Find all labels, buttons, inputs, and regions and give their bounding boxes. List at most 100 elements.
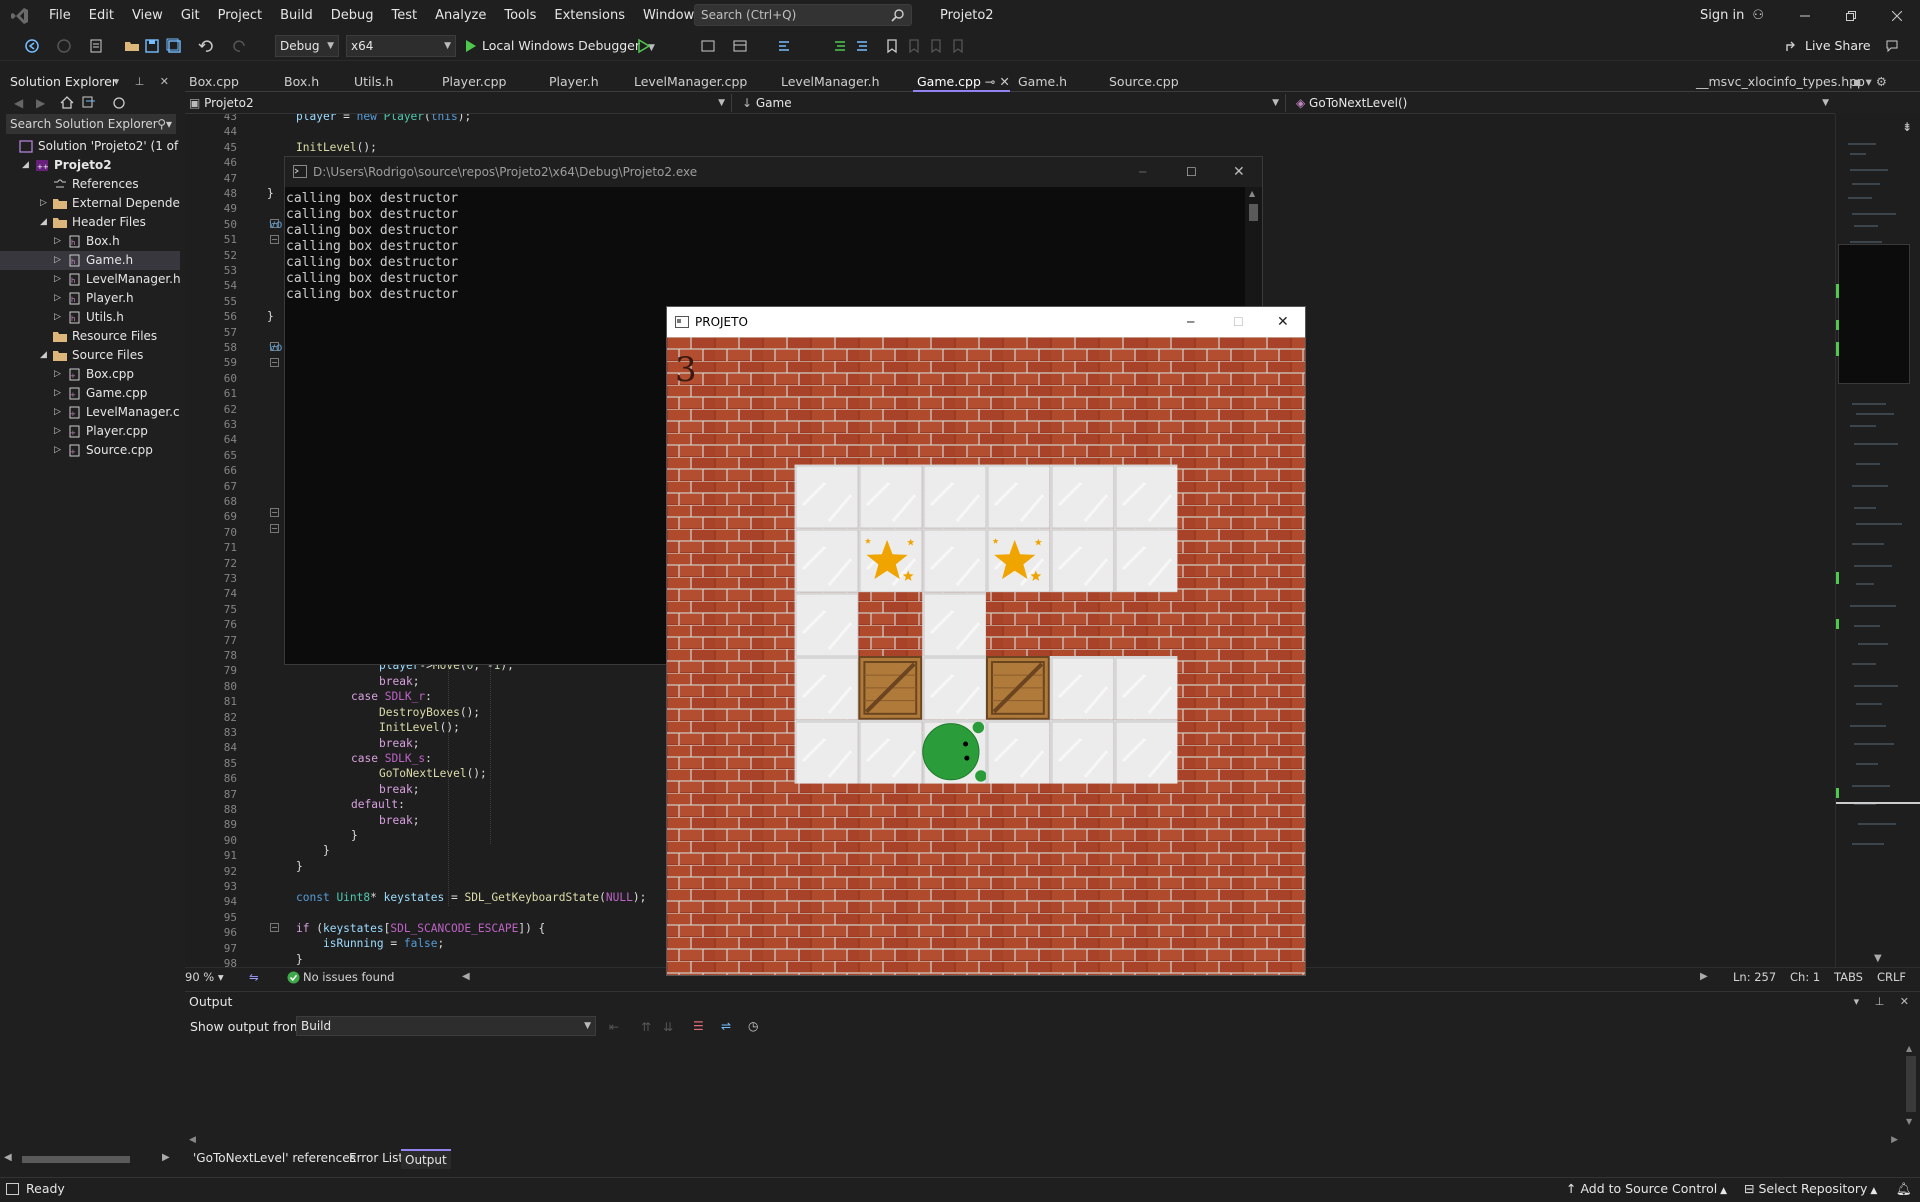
member-dropdown[interactable]: ◈ GoToNextLevel() ▼ (1292, 94, 1835, 112)
prev-bookmark-icon[interactable] (906, 38, 922, 54)
output-scrollbar[interactable]: ▲ ▼ (1904, 1044, 1918, 1126)
menu-item-git[interactable]: Git (172, 0, 209, 31)
maximize-button[interactable]: ☐ (1233, 307, 1244, 337)
menu-item-view[interactable]: View (123, 0, 172, 31)
tree-item[interactable]: ▷ + Player.cpp (0, 422, 180, 441)
visual-studio-logo-icon[interactable] (0, 0, 40, 31)
expand-icon[interactable]: ▷ (54, 422, 61, 441)
scrollbar-thumb[interactable] (1249, 204, 1258, 221)
add-to-source-control-button[interactable]: ↑ Add to Source Control ▲ (1566, 1178, 1727, 1202)
indent-mode[interactable]: TABS (1834, 968, 1863, 986)
undo-icon[interactable] (198, 38, 214, 54)
start-without-debugging-icon[interactable] (636, 38, 652, 54)
tree-item[interactable]: ▷ h Game.h (0, 251, 180, 270)
restore-button[interactable] (1828, 0, 1874, 31)
redo-icon[interactable] (232, 38, 248, 54)
tree-item[interactable]: ▷ h Player.h (0, 289, 180, 308)
expand-icon[interactable]: ▷ (54, 251, 61, 270)
expand-icon[interactable]: ▷ (54, 289, 61, 308)
word-wrap-icon[interactable]: ⇌ (721, 1019, 731, 1033)
clear-all-icon[interactable]: ☰ (693, 1019, 704, 1033)
next-message-icon[interactable]: ⇊ (663, 1020, 673, 1034)
code-minimap[interactable]: ⇟ ▼ (1835, 114, 1920, 967)
tree-item[interactable]: Solution 'Projeto2' (1 of 1 (0, 137, 180, 156)
clear-bookmarks-icon[interactable] (950, 38, 966, 54)
tree-item[interactable]: References (0, 175, 180, 194)
game-window[interactable]: PROJETO ─ ☐ ✕ 3 (666, 306, 1306, 976)
tab-msvc-xlocinfo-types[interactable]: __msvc_xlocinfo_types.hpp (1692, 72, 1865, 92)
switch-views-icon[interactable] (82, 96, 96, 109)
console-title-bar[interactable]: D:\Users\Rodrigo\source\repos\Projeto2\x… (285, 157, 1262, 187)
tab-player-h[interactable]: Player.h (545, 72, 599, 92)
scroll-left-icon[interactable]: ◀ (4, 1152, 12, 1163)
tab-box-h[interactable]: Box.h (280, 72, 319, 92)
tree-item[interactable]: ◢ Header Files (0, 213, 180, 232)
zoom-level[interactable]: 90 % ▾ (185, 968, 224, 986)
menu-item-window[interactable]: Window (634, 0, 703, 31)
collapse-icon[interactable]: ◢ (40, 346, 47, 365)
menu-item-debug[interactable]: Debug (322, 0, 383, 31)
scroll-right-icon[interactable]: ▶ (162, 1152, 170, 1163)
tab-overflow-controls[interactable]: ▪ ▾ ⚙ (1849, 72, 1887, 92)
close-button[interactable]: ✕ (1233, 157, 1245, 187)
menu-item-tools[interactable]: Tools (495, 0, 545, 31)
scroll-right-icon[interactable]: ▶ (1891, 1135, 1898, 1145)
tree-item[interactable]: ▷ + Game.cpp (0, 384, 180, 403)
tab-source-cpp[interactable]: Source.cpp (1105, 72, 1179, 92)
horizontal-scrollbar[interactable]: ◀ ▶ (0, 1151, 176, 1167)
previous-message-icon[interactable]: ⇈ (641, 1020, 651, 1034)
save-all-icon[interactable] (166, 38, 182, 54)
tree-item[interactable]: ▷ External Dependen (0, 194, 180, 213)
intellicode-icon[interactable]: ⇋ (249, 968, 259, 986)
issues-status[interactable]: No issues found (303, 968, 394, 986)
collapse-region-icon[interactable]: − (270, 508, 279, 517)
menu-item-analyze[interactable]: Analyze (426, 0, 495, 31)
back-icon[interactable]: ◀ (14, 96, 23, 110)
forward-icon[interactable]: ▶ (36, 96, 45, 110)
feedback-icon[interactable] (1884, 38, 1900, 54)
comment-icon[interactable] (832, 38, 848, 54)
sign-in-button[interactable]: Sign in ⚇ (1700, 0, 1764, 31)
configuration-select[interactable]: Debug ▼ (275, 35, 339, 57)
tab-player-cpp[interactable]: Player.cpp (438, 72, 506, 92)
tab-utils-h[interactable]: Utils.h (350, 72, 393, 92)
back-icon[interactable] (24, 38, 40, 54)
tab-pin-close-icon[interactable]: ⊸ ✕ (981, 74, 1010, 89)
platform-select[interactable]: x64 ▼ (346, 35, 456, 57)
line-indicator[interactable]: Ln: 257 (1733, 968, 1776, 986)
bottom-tab[interactable]: Error List (345, 1149, 407, 1167)
scrollbar-thumb[interactable] (1906, 1056, 1916, 1112)
home-icon[interactable] (60, 96, 74, 109)
minimize-button[interactable] (1782, 0, 1828, 31)
tree-item[interactable]: Resource Files (0, 327, 180, 346)
collapse-icon[interactable]: ◢ (22, 156, 29, 175)
new-project-icon[interactable] (88, 38, 104, 54)
scroll-up-icon[interactable]: ▲ (1906, 1044, 1912, 1053)
bottom-tab[interactable]: 'GoToNextLevel' references (189, 1149, 360, 1167)
expand-icon[interactable]: ▷ (40, 194, 47, 213)
scroll-down-icon[interactable]: ▼ (1906, 1117, 1912, 1126)
collapse-region-icon[interactable]: − (270, 358, 279, 367)
expand-icon[interactable]: ▷ (54, 441, 61, 460)
step-icon[interactable] (776, 38, 792, 54)
notifications-icon[interactable]: 🔔︎ (1896, 1178, 1912, 1200)
tree-item[interactable]: ◢ Source Files (0, 346, 180, 365)
output-source-select[interactable]: Build ▼ (296, 1016, 596, 1036)
menu-item-file[interactable]: File (40, 0, 80, 31)
tree-item[interactable]: ◢ ++ Projeto2 (0, 156, 180, 175)
tree-item[interactable]: ▷ + LevelManager.c (0, 403, 180, 422)
tab-levelmanager-h[interactable]: LevelManager.h (777, 72, 880, 92)
project-dropdown[interactable]: ▣ Projeto2 ▼ (185, 94, 732, 112)
minimize-button[interactable]: ─ (1187, 307, 1194, 337)
clock-icon[interactable]: ◷ (748, 1019, 758, 1033)
scroll-up-icon[interactable]: ▲ (1249, 189, 1255, 198)
panel-controls[interactable]: ▾ ⊥ ✕ (114, 72, 175, 92)
layout-icon[interactable] (732, 38, 748, 54)
expand-icon[interactable]: ▷ (54, 384, 61, 403)
search-input[interactable]: Search (Ctrl+Q) (694, 4, 912, 26)
collapse-region-icon[interactable]: − (270, 923, 279, 932)
select-repository-button[interactable]: ⊟ Select Repository ▲ (1744, 1178, 1877, 1202)
panel-controls[interactable]: ▾ ⊥ ✕ (1854, 992, 1915, 1012)
scroll-left-icon[interactable]: ◀ (189, 1135, 196, 1145)
tab-levelmanager-cpp[interactable]: LevelManager.cpp (630, 72, 747, 92)
